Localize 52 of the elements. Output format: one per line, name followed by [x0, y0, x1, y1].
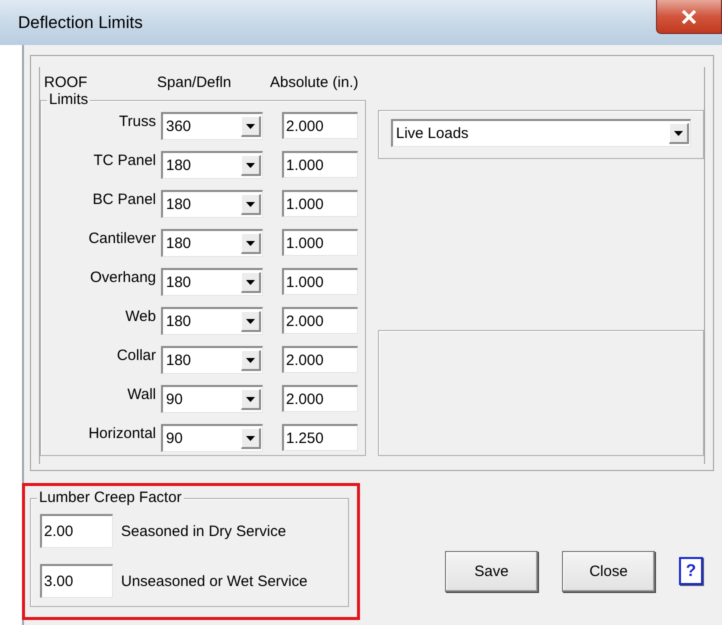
caret-icon [246, 162, 255, 168]
span-dropdown[interactable]: 180 [161, 190, 263, 218]
factor-field[interactable]: 3.00 [40, 564, 113, 598]
span-dropdown[interactable]: 360 [161, 112, 263, 140]
absolute-field[interactable]: 1.000 [282, 190, 358, 217]
caret-icon [246, 436, 255, 440]
section-label: ROOF [44, 74, 88, 91]
caret-icon [246, 240, 255, 246]
caret-icon [246, 358, 255, 362]
row-label: Wall [126, 385, 156, 403]
row-label: TC Panel [92, 151, 156, 169]
caret-icon [246, 396, 255, 402]
absolute-field[interactable]: 2.000 [282, 112, 358, 139]
span-dropdown[interactable]: 180 [161, 346, 263, 374]
row-label: Overhang [89, 268, 156, 286]
window-title: Deflection Limits [18, 13, 143, 33]
absolute-field[interactable]: 1.250 [282, 424, 358, 451]
span-dropdown[interactable]: 90 [161, 385, 263, 413]
caret-icon [246, 280, 255, 284]
row-label: Cantilever [87, 229, 156, 247]
span-dropdown[interactable]: 90 [161, 424, 263, 452]
row-label: BC Panel [92, 190, 156, 208]
close-button[interactable] [656, 0, 722, 34]
absolute-field[interactable]: 1.000 [282, 229, 358, 256]
caret-icon [246, 124, 255, 128]
span-dropdown[interactable]: 180 [161, 151, 263, 179]
span-dropdown[interactable]: 180 [161, 268, 263, 296]
caret-icon [674, 130, 683, 136]
absolute-field[interactable]: 2.000 [282, 385, 358, 412]
load-type-dropdown[interactable]: Live Loads [391, 119, 691, 147]
save-button[interactable]: Save [445, 551, 538, 592]
help-button[interactable]: ? [679, 557, 703, 585]
factor-label: Seasoned in Dry Service [121, 522, 286, 540]
group-label: Lumber Creep Factor [37, 490, 184, 506]
row-label: Truss [118, 112, 156, 130]
close-button[interactable]: Close [562, 551, 655, 592]
absolute-field[interactable]: 1.000 [282, 268, 358, 295]
absolute-field[interactable]: 1.000 [282, 151, 358, 178]
column-header: Span/Defln [157, 74, 232, 91]
factor-label: Unseasoned or Wet Service [121, 572, 308, 590]
caret-icon [246, 318, 255, 324]
row-label: Collar [116, 346, 156, 364]
row-label: Horizontal [87, 424, 156, 442]
caret-icon [246, 202, 255, 206]
column-header: Absolute (in.) [270, 74, 358, 91]
absolute-field[interactable]: 2.000 [282, 307, 358, 334]
close-icon [681, 10, 697, 24]
span-dropdown[interactable]: 180 [161, 307, 263, 335]
row-label: Web [124, 307, 156, 325]
span-dropdown[interactable]: 180 [161, 229, 263, 257]
factor-field[interactable]: 2.00 [40, 514, 113, 548]
absolute-field[interactable]: 2.000 [282, 346, 358, 373]
